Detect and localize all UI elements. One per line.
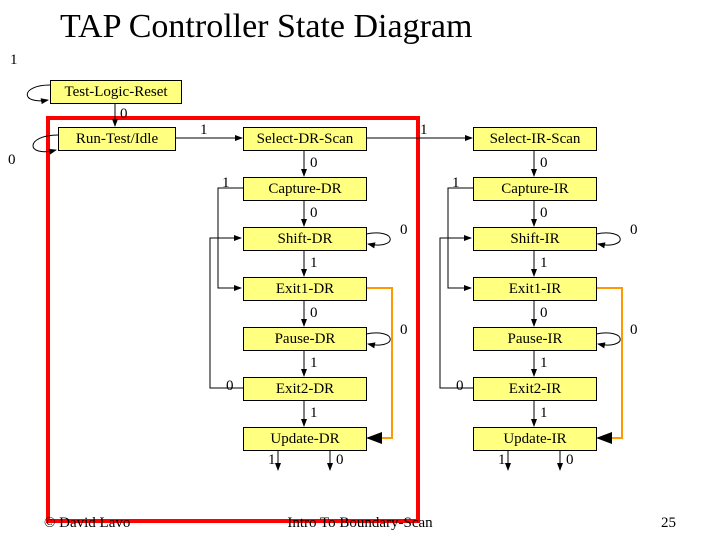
lbl-cir-e1ir: 1 [452,175,460,192]
lbl-sdr-sir: 1 [420,122,428,139]
lbl-pdr-e2dr: 1 [310,355,318,372]
state-rti: Run-Test/Idle [58,127,176,151]
state-pir: Pause-IR [473,327,597,351]
lbl-rti-sdr: 1 [200,122,208,139]
lbl-pir-self: 0 [630,322,638,339]
lbl-cdr-e1dr: 1 [222,175,230,192]
state-sdr: Select-DR-Scan [243,127,367,151]
lbl-e2dr-shdr: 0 [226,378,234,395]
lbl-shir-self: 0 [630,222,638,239]
lbl-rti-self: 0 [8,152,16,169]
footer-center: Intro To Boundary-Scan [287,515,432,532]
lbl-e2ir-uir: 1 [540,405,548,422]
lbl-sir-cir: 0 [540,155,548,172]
lbl-tlr-rti: 0 [120,106,128,123]
state-pdr: Pause-DR [243,327,367,351]
lbl-shdr-e1dr: 1 [310,255,318,272]
lbl-shdr-self: 0 [400,222,408,239]
lbl-pdr-self: 0 [400,322,408,339]
lbl-udr-l: 1 [268,452,276,469]
lbl-pir-e2ir: 1 [540,355,548,372]
state-cir: Capture-IR [473,177,597,201]
lbl-cir-shir: 0 [540,205,548,222]
state-uir: Update-IR [473,427,597,451]
lbl-shir-e1ir: 1 [540,255,548,272]
lbl-e2dr-udr: 1 [310,405,318,422]
lbl-udr-r: 0 [336,452,344,469]
lbl-cdr-shdr: 0 [310,205,318,222]
lbl-uir-r: 0 [566,452,574,469]
state-sir: Select-IR-Scan [473,127,597,151]
state-e2dr: Exit2-DR [243,377,367,401]
state-udr: Update-DR [243,427,367,451]
state-cdr: Capture-DR [243,177,367,201]
state-e1dr: Exit1-DR [243,277,367,301]
lbl-tlr-self: 1 [10,52,18,69]
footer-left: © David Lavo [44,515,130,532]
lbl-e2ir-shir: 0 [456,378,464,395]
lbl-sdr-cdr: 0 [310,155,318,172]
state-shir: Shift-IR [473,227,597,251]
lbl-e1ir-pir: 0 [540,305,548,322]
footer-right: 25 [661,515,676,532]
state-e2ir: Exit2-IR [473,377,597,401]
state-tlr: Test-Logic-Reset [50,80,182,104]
lbl-e1dr-pdr: 0 [310,305,318,322]
lbl-uir-l: 1 [498,452,506,469]
state-shdr: Shift-DR [243,227,367,251]
state-e1ir: Exit1-IR [473,277,597,301]
